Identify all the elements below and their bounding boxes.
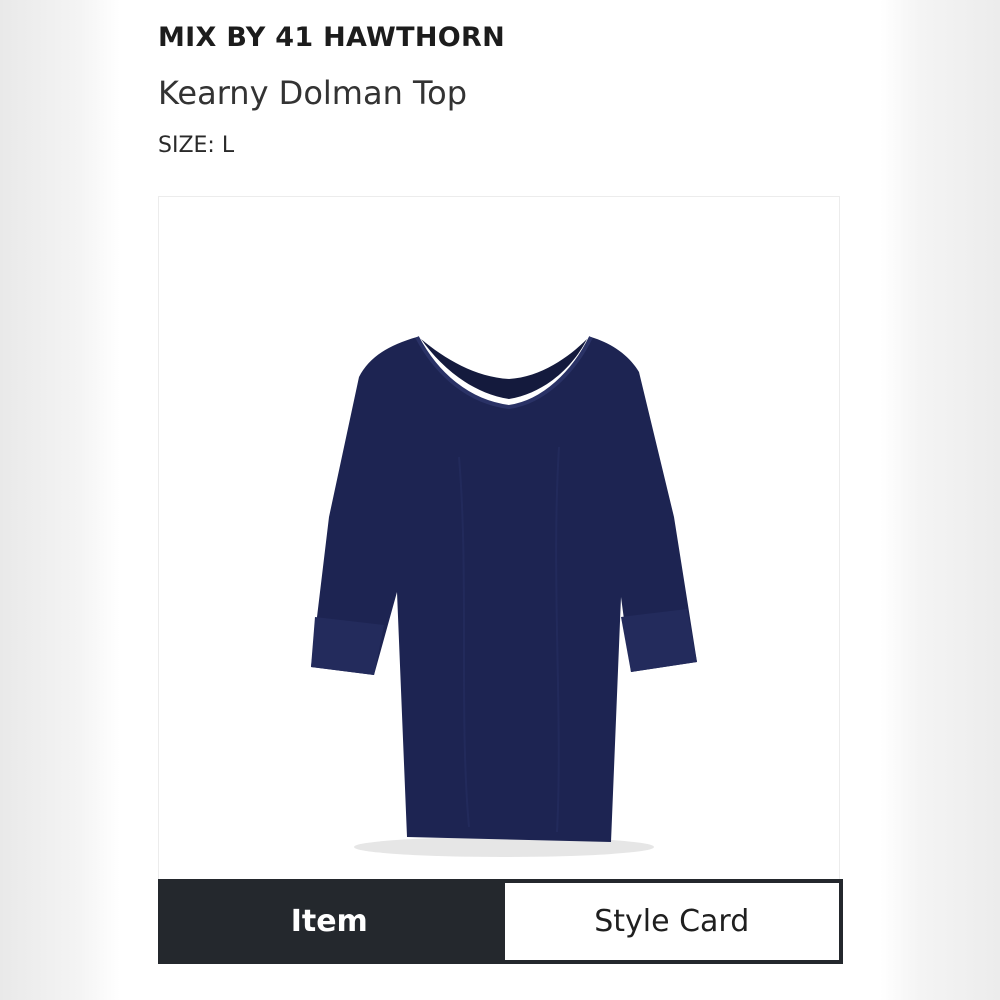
product-image [311,336,697,857]
view-tabs: Item Style Card [158,879,843,964]
tab-style-card[interactable]: Style Card [500,879,843,964]
size-value: L [221,133,235,158]
product-card: MIX BY 41 HAWTHORN Kearny Dolman Top SIZ… [120,0,880,1000]
product-image-frame [158,196,840,880]
right-cuff [621,609,697,672]
left-cuff [311,617,384,675]
tab-item[interactable]: Item [158,879,501,964]
product-title: Kearny Dolman Top [158,74,468,112]
size-label: SIZE: [158,133,215,158]
size-info: SIZE: L [158,133,234,158]
brand-name: MIX BY 41 HAWTHORN [158,22,505,53]
garment-body [311,337,697,842]
